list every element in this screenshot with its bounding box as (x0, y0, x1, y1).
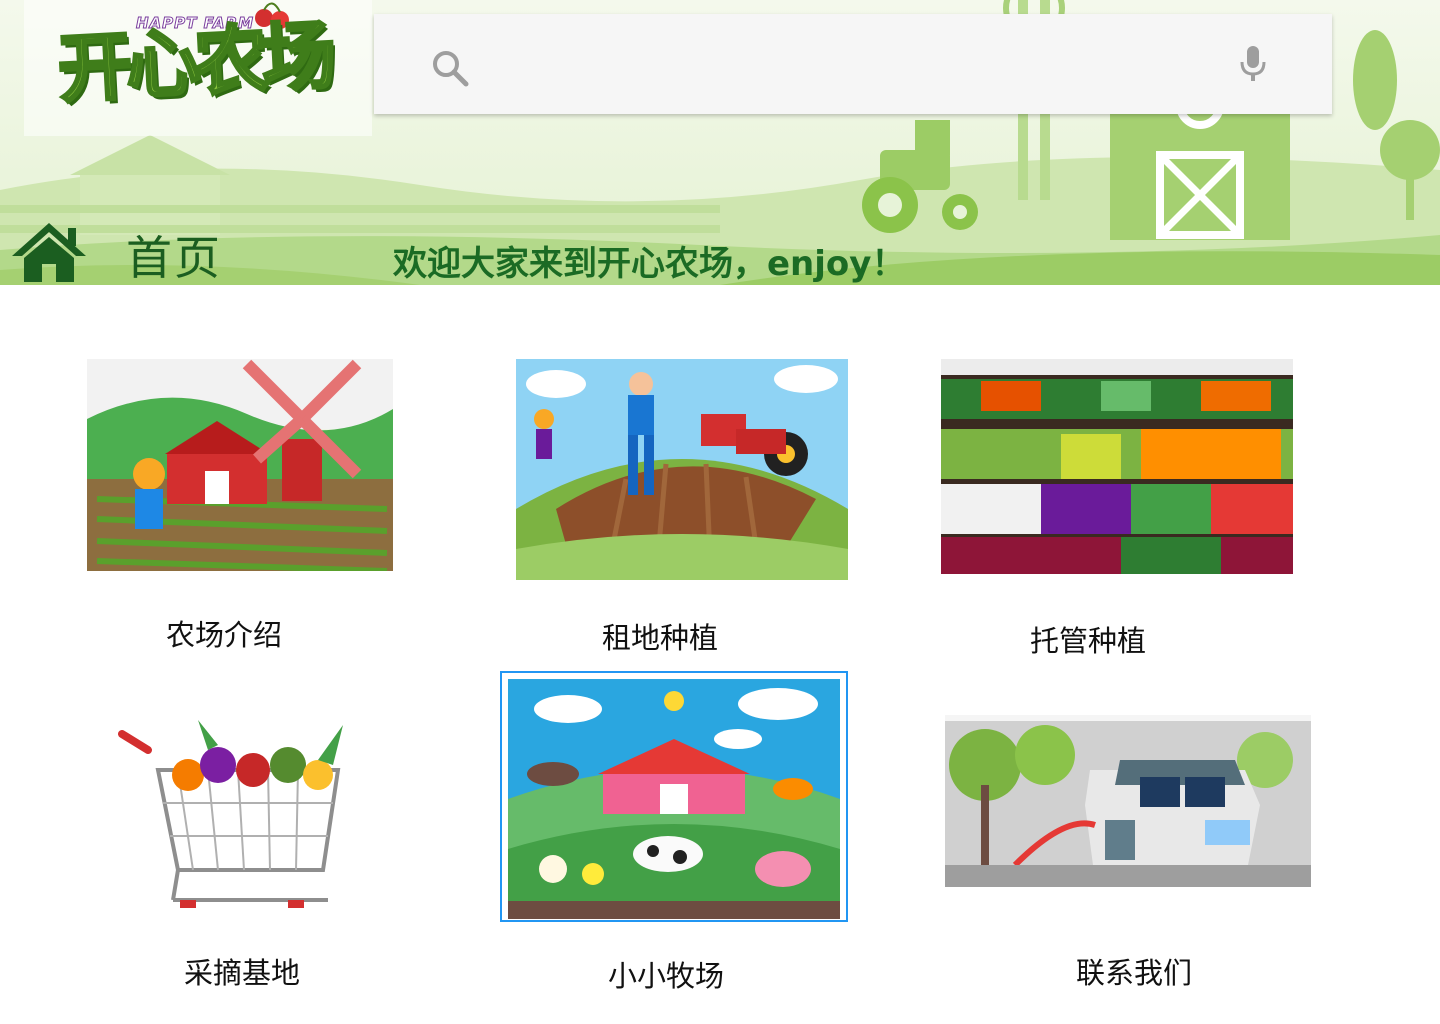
farm-intro-image[interactable] (87, 359, 393, 571)
home-icon[interactable] (10, 220, 88, 284)
tile-picking-base[interactable] (118, 720, 354, 910)
shopping-cart-image[interactable] (118, 720, 354, 910)
welcome-marquee: 欢迎大家来到开心农场，enjoy！ (393, 244, 906, 284)
logo-chinese-text: 开心农场 (54, 11, 333, 114)
managed-planting-image[interactable] (941, 359, 1293, 574)
header-banner: HAPPT FARM 开心农场 首页 欢迎大家来到开心农场，enjoy！ (0, 0, 1440, 285)
tile-label-contact-us[interactable]: 联系我们 (1076, 950, 1192, 992)
tile-label-managed-planting[interactable]: 托管种植 (1030, 618, 1146, 660)
search-icon[interactable] (430, 48, 470, 88)
land-rental-image[interactable] (516, 359, 848, 580)
little-ranch-image[interactable] (508, 679, 840, 919)
tile-little-ranch[interactable] (508, 679, 840, 919)
tile-land-rental[interactable] (516, 359, 848, 580)
farm-logo[interactable]: HAPPT FARM 开心农场 (24, 0, 372, 136)
tile-label-little-ranch[interactable]: 小小牧场 (608, 953, 724, 995)
tile-label-land-rental[interactable]: 租地种植 (602, 615, 718, 657)
tile-managed-planting[interactable] (941, 359, 1293, 574)
tile-label-picking-base[interactable]: 采摘基地 (184, 950, 300, 992)
tile-label-farm-intro[interactable]: 农场介绍 (166, 612, 282, 654)
tile-contact-us[interactable] (945, 715, 1311, 887)
page-title: 首页 (126, 231, 222, 285)
microphone-icon[interactable] (1238, 44, 1268, 84)
search-input[interactable] (484, 44, 1228, 86)
contact-us-image[interactable] (945, 715, 1311, 887)
search-bar[interactable] (374, 14, 1332, 114)
tile-farm-intro[interactable] (87, 359, 393, 571)
